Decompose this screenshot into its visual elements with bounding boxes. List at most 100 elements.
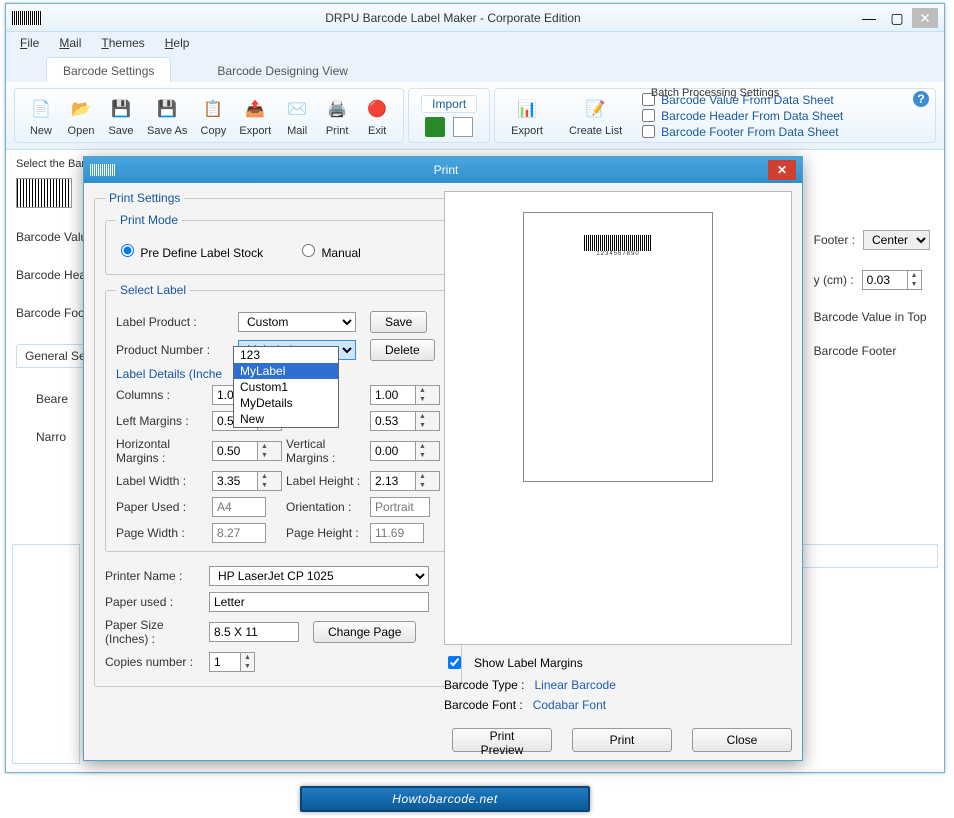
print-settings-group: Print Settings Print Mode Pre Define Lab… [94,191,462,687]
close-dialog-button[interactable]: Close [692,728,792,752]
open-icon: 📂 [67,95,95,123]
lbl-label-details: Label Details (Inche [116,367,222,381]
lbl-label-height: Label Height : [286,474,366,488]
import-excel-icon[interactable] [425,117,445,137]
save-button[interactable]: 💾Save [101,93,141,139]
tab-barcode-settings[interactable]: Barcode Settings [46,57,171,82]
radio-manual[interactable]: Manual [297,241,361,260]
lbl-bv-top: Barcode Value in Top [814,310,927,324]
tab-barcode-designing[interactable]: Barcode Designing View [201,58,364,82]
mail-button[interactable]: ✉️Mail [277,93,317,139]
lbl-paper-used2: Paper used : [105,595,195,609]
saveas-icon: 💾 [153,95,181,123]
dropdown-option[interactable]: New [234,411,338,427]
lbl-orientation: Orientation : [286,500,366,514]
print-button[interactable]: 🖨️Print [317,93,357,139]
open-button[interactable]: 📂Open [61,93,101,139]
menubar: File Mail Themes Help [6,32,944,54]
dialog-titlebar: Print ✕ [84,157,802,183]
copy-button[interactable]: 📋Copy [193,93,233,139]
chk-barcode-header[interactable]: Barcode Header From Data Sheet [642,109,843,123]
product-number-dropdown[interactable]: 123 MyLabel Custom1 MyDetails New [233,346,339,428]
rows-spinner[interactable]: ▲▼ [370,385,440,405]
lbl-footer: Footer : [814,233,855,247]
export-icon: 📤 [241,95,269,123]
print-preview-area: 1234567890 [444,191,792,645]
export2-button[interactable]: 📊Export [505,93,549,139]
dropdown-option-selected[interactable]: MyLabel [234,363,338,379]
label-product-select[interactable]: Custom [238,312,356,332]
lbl-left-margins: Left Margins : [116,414,208,428]
lbl-barcode-font: Barcode Font : [444,698,523,712]
maximize-button[interactable]: ▢ [884,8,910,28]
delete-label-button[interactable]: Delete [370,339,435,361]
print-preview-button[interactable]: Print Preview [452,728,552,752]
page-height-field [370,523,424,543]
top-margin-spinner[interactable]: ▲▼ [370,411,440,431]
ribbon-group-import: Import [408,88,490,143]
lbl-paper-size: Paper Size (Inches) : [105,618,195,646]
export-button[interactable]: 📤Export [233,93,277,139]
lbl-page-height: Page Height : [286,526,366,540]
lbl-product-number: Product Number : [116,343,224,357]
vmargin-spinner[interactable]: ▲▼ [370,441,440,461]
import-text-icon[interactable] [453,117,473,137]
watermark: Howtobarcode.net [300,786,590,812]
menu-file[interactable]: File [20,36,39,50]
change-page-button[interactable]: Change Page [313,621,416,643]
lbl-printer-name: Printer Name : [105,569,195,583]
paper-size-field[interactable] [209,622,299,642]
lbl-columns: Columns : [116,388,208,402]
ribbon: 📄New 📂Open 💾Save 💾Save As 📋Copy 📤Export … [6,82,944,150]
print-icon: 🖨️ [323,95,351,123]
createlist-button[interactable]: 📝Create List [563,93,628,139]
dropdown-option[interactable]: 123 [234,347,338,363]
paper-used-field2[interactable] [209,592,429,612]
dropdown-option[interactable]: MyDetails [234,395,338,411]
titlebar: DRPU Barcode Label Maker - Corporate Edi… [6,4,944,32]
hmargin-spinner[interactable]: ▲▼ [212,441,282,461]
menu-themes[interactable]: Themes [101,36,144,50]
lbl-label-width: Label Width : [116,474,208,488]
app-barcode-icon [12,11,42,25]
radio-predefine[interactable]: Pre Define Label Stock [116,241,263,260]
print-settings-legend: Print Settings [105,191,184,205]
footer-select[interactable]: Center [863,230,930,250]
ribbon-group-file: 📄New 📂Open 💾Save 💾Save As 📋Copy 📤Export … [14,88,404,143]
orientation-field [370,497,430,517]
link-barcode-type[interactable]: Linear Barcode [535,678,616,692]
chk-barcode-footer[interactable]: Barcode Footer From Data Sheet [642,125,843,139]
batch-group: Batch Processing Settings 📊Export 📝Creat… [494,88,936,143]
dropdown-option[interactable]: Custom1 [234,379,338,395]
preview-page: 1234567890 [523,212,713,482]
new-button[interactable]: 📄New [21,93,61,139]
dialog-barcode-icon [90,164,116,176]
barcode-thumb-1[interactable] [16,178,72,208]
dialog-close-button[interactable]: ✕ [768,160,796,180]
print-confirm-button[interactable]: Print [572,728,672,752]
preview-barcode: 1234567890 [584,235,652,257]
exit-button[interactable]: 🔴Exit [357,93,397,139]
printer-select[interactable]: HP LaserJet CP 1025 [209,566,429,586]
ycm-spinner[interactable]: ▲▼ [862,270,922,290]
menu-help[interactable]: Help [165,36,190,50]
lbl-paper-used: Paper Used : [116,500,208,514]
lbl-ycm: y (cm) : [814,273,854,287]
saveas-button[interactable]: 💾Save As [141,93,193,139]
copies-spinner[interactable]: ▲▼ [209,652,255,672]
minimize-button[interactable]: — [856,8,882,28]
link-barcode-font[interactable]: Codabar Font [533,698,606,712]
label-height-spinner[interactable]: ▲▼ [370,471,440,491]
import-label[interactable]: Import [421,95,477,113]
label-width-spinner[interactable]: ▲▼ [212,471,282,491]
lbl-vmargins: Vertical Margins : [286,437,366,465]
save-label-button[interactable]: Save [370,311,427,333]
print-mode-legend: Print Mode [116,213,182,227]
right-stack: Footer : Center y (cm) : ▲▼ Barcode Value… [814,230,930,358]
batch-title: Batch Processing Settings [651,87,779,99]
createlist-icon: 📝 [582,95,610,123]
close-window-button[interactable]: ✕ [912,8,938,28]
menu-mail[interactable]: Mail [59,36,81,50]
chk-show-margins[interactable]: Show Label Margins [444,653,792,672]
help-icon[interactable]: ? [913,91,929,107]
